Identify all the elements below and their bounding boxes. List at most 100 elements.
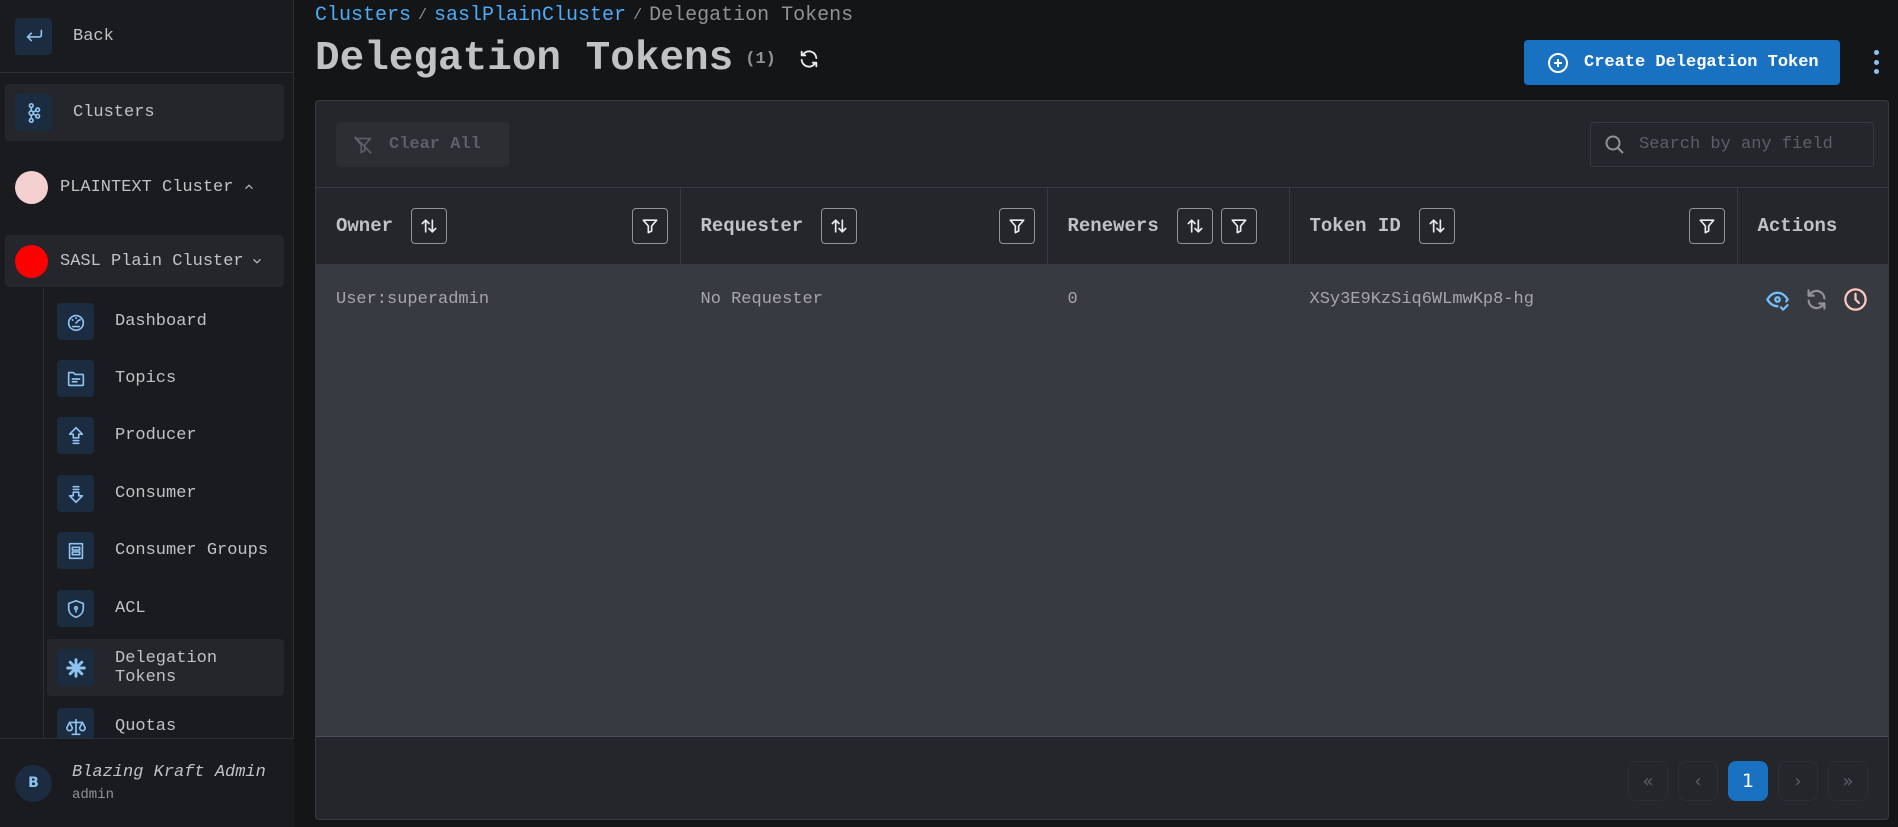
sort-icon	[1187, 219, 1203, 233]
column-owner: Owner	[316, 188, 681, 265]
breadcrumb-separator: /	[418, 7, 428, 24]
clusters-icon	[15, 94, 52, 131]
page-1-button[interactable]: 1	[1728, 761, 1768, 801]
cluster-name: SASL Plain Cluster	[60, 251, 244, 271]
column-label: Token ID	[1309, 214, 1401, 237]
arrow-up-icon	[57, 417, 94, 454]
filter-button[interactable]	[998, 207, 1035, 244]
view-icon[interactable]	[1764, 286, 1791, 313]
sidebar-item-label: Delegation Tokens	[115, 648, 218, 687]
sidebar-item-label: Dashboard	[115, 312, 207, 331]
sidebar: Back Clusters PLAINTEXT Cluster SASL Pla…	[0, 0, 294, 827]
breadcrumb-clusters[interactable]: Clusters	[315, 4, 411, 27]
asterisk-icon	[57, 649, 94, 686]
cluster-plaintext[interactable]: PLAINTEXT Cluster	[5, 161, 284, 213]
folder-icon	[57, 360, 94, 397]
cell-renewers: 0	[1047, 264, 1290, 336]
breadcrumb-cluster[interactable]: saslPlainCluster	[434, 4, 626, 27]
sort-button[interactable]	[1418, 207, 1455, 244]
avatar: B	[15, 764, 52, 802]
filter-button[interactable]	[631, 207, 668, 244]
plus-circle-icon	[1548, 52, 1568, 73]
table-toolbar: Clear All	[316, 101, 1888, 188]
column-requester: Requester	[680, 188, 1048, 265]
clear-all-button[interactable]: Clear All	[336, 122, 509, 167]
container-icon	[57, 532, 94, 569]
expire-clock-icon[interactable]	[1842, 286, 1869, 313]
sidebar-item-consumer[interactable]: Consumer	[47, 465, 284, 522]
sort-icon	[421, 219, 437, 233]
sort-button[interactable]	[1176, 207, 1213, 244]
user-role: admin	[72, 787, 115, 803]
renew-icon[interactable]	[1803, 286, 1830, 313]
cell-requester: No Requester	[680, 264, 1048, 336]
filter-icon	[1009, 219, 1024, 234]
sidebar-item-label: Consumer	[115, 484, 197, 503]
filter-icon	[1699, 219, 1714, 234]
refresh-icon[interactable]	[798, 48, 820, 70]
more-options-icon[interactable]	[1864, 48, 1888, 76]
sidebar-item-label: ACL	[115, 599, 146, 618]
table-body-area	[316, 335, 1888, 737]
tokens-table: Owner Requester Renewers Token ID Action…	[316, 188, 1888, 336]
search-box	[1590, 122, 1874, 167]
sort-icon	[831, 219, 847, 233]
column-label: Requester	[700, 214, 804, 237]
sidebar-item-label: Quotas	[115, 717, 177, 736]
column-token-id: Token ID	[1289, 188, 1738, 265]
sidebar-item-clusters[interactable]: Clusters	[5, 84, 284, 141]
create-button-label: Create Delegation Token	[1584, 53, 1819, 72]
sidebar-item-consumer-groups[interactable]: Consumer Groups	[47, 522, 284, 579]
clear-all-label: Clear All	[389, 135, 481, 154]
sidebar-item-label: Producer	[115, 426, 197, 445]
filter-button[interactable]	[1220, 207, 1257, 244]
cluster-color-dot	[15, 170, 48, 204]
sort-icon	[1429, 219, 1445, 233]
cluster-name: PLAINTEXT Cluster	[60, 177, 234, 197]
sidebar-item-dashboard[interactable]: Dashboard	[47, 293, 284, 350]
create-delegation-token-button[interactable]: Create Delegation Token	[1524, 40, 1840, 85]
sidebar-item-label: Consumer Groups	[115, 541, 269, 560]
shield-lock-icon	[57, 590, 94, 627]
chevron-up-icon	[245, 184, 254, 190]
last-page-button[interactable]: »	[1828, 761, 1868, 801]
token-count: (1)	[745, 49, 776, 69]
clusters-label: Clusters	[73, 103, 155, 122]
tree-line	[43, 288, 44, 738]
filter-button[interactable]	[1688, 207, 1725, 244]
sort-button[interactable]	[821, 207, 858, 244]
main-content: Clusters / saslPlainCluster / Delegation…	[294, 0, 1898, 827]
sidebar-item-producer[interactable]: Producer	[47, 407, 284, 464]
table-header-row: Owner Requester Renewers Token ID Action…	[316, 188, 1888, 265]
back-arrow-icon	[15, 17, 52, 55]
sidebar-item-delegation-tokens[interactable]: Delegation Tokens	[47, 639, 284, 696]
column-label: Renewers	[1067, 214, 1159, 237]
back-button[interactable]: Back	[0, 0, 293, 73]
tokens-panel: Clear All Owner	[315, 100, 1889, 820]
next-page-button[interactable]: ›	[1778, 761, 1818, 801]
breadcrumb-current: Delegation Tokens	[649, 4, 854, 27]
sidebar-item-acl[interactable]: ACL	[47, 580, 284, 637]
cell-owner: User:superadmin	[316, 264, 681, 336]
user-name: Blazing Kraft Admin	[72, 763, 266, 782]
page-title: Delegation Tokens	[315, 36, 734, 82]
back-label: Back	[73, 26, 114, 46]
sidebar-item-topics[interactable]: Topics	[47, 350, 284, 407]
column-label: Owner	[336, 214, 394, 237]
filter-off-icon	[353, 135, 373, 154]
sort-button[interactable]	[411, 207, 448, 244]
cluster-color-dot	[15, 244, 48, 278]
prev-page-button[interactable]: ‹	[1678, 761, 1718, 801]
first-page-button[interactable]: «	[1628, 761, 1668, 801]
breadcrumb-separator: /	[633, 7, 643, 24]
sidebar-item-label: Topics	[115, 369, 177, 388]
user-menu[interactable]: B Blazing Kraft Admin admin	[0, 738, 294, 827]
cluster-sasl-plain[interactable]: SASL Plain Cluster	[5, 235, 284, 287]
pagination: « ‹ 1 › »	[1628, 761, 1868, 801]
filter-icon	[642, 219, 657, 234]
filter-icon	[1231, 219, 1247, 234]
cell-token-id: XSy3E9KzSiq6WLmwKp8-hg	[1289, 264, 1738, 336]
search-input[interactable]	[1639, 135, 1869, 154]
arrow-down-icon	[57, 475, 94, 512]
breadcrumb: Clusters / saslPlainCluster / Delegation…	[315, 4, 853, 27]
